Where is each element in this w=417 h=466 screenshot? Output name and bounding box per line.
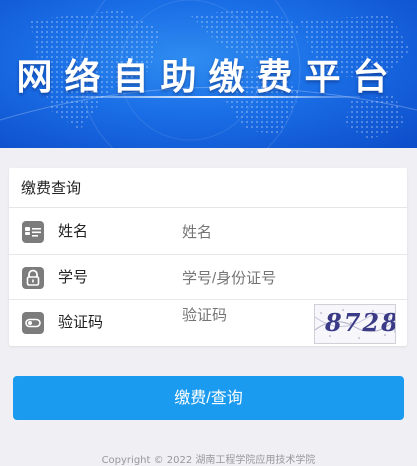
banner-title: 网络自助缴费平台	[16, 57, 401, 98]
name-row: 姓名	[9, 209, 407, 256]
submit-button[interactable]: 缴费/查询	[13, 376, 404, 420]
student-id-label: 学号	[58, 268, 89, 286]
form-header: 缴费查询	[9, 168, 407, 208]
copyright-text: Copyright © 2022 湖南工程学院应用技术学院	[101, 455, 316, 466]
captcha-input[interactable]	[180, 292, 334, 339]
captcha-code: 8728	[325, 308, 396, 337]
name-input[interactable]	[180, 209, 334, 256]
id-card-icon	[22, 221, 44, 243]
captcha-label: 验证码	[58, 313, 104, 331]
captcha-row: 验证码 8728	[9, 292, 407, 345]
toggle-icon	[22, 312, 44, 334]
name-label: 姓名	[58, 222, 89, 240]
header-banner: 网络自助缴费平台	[0, 0, 417, 148]
payment-query-form: 缴费查询 姓名 学号	[9, 168, 407, 346]
lock-icon	[22, 267, 44, 289]
banner-underline	[68, 96, 360, 98]
captcha-image[interactable]: 8728	[314, 304, 396, 344]
